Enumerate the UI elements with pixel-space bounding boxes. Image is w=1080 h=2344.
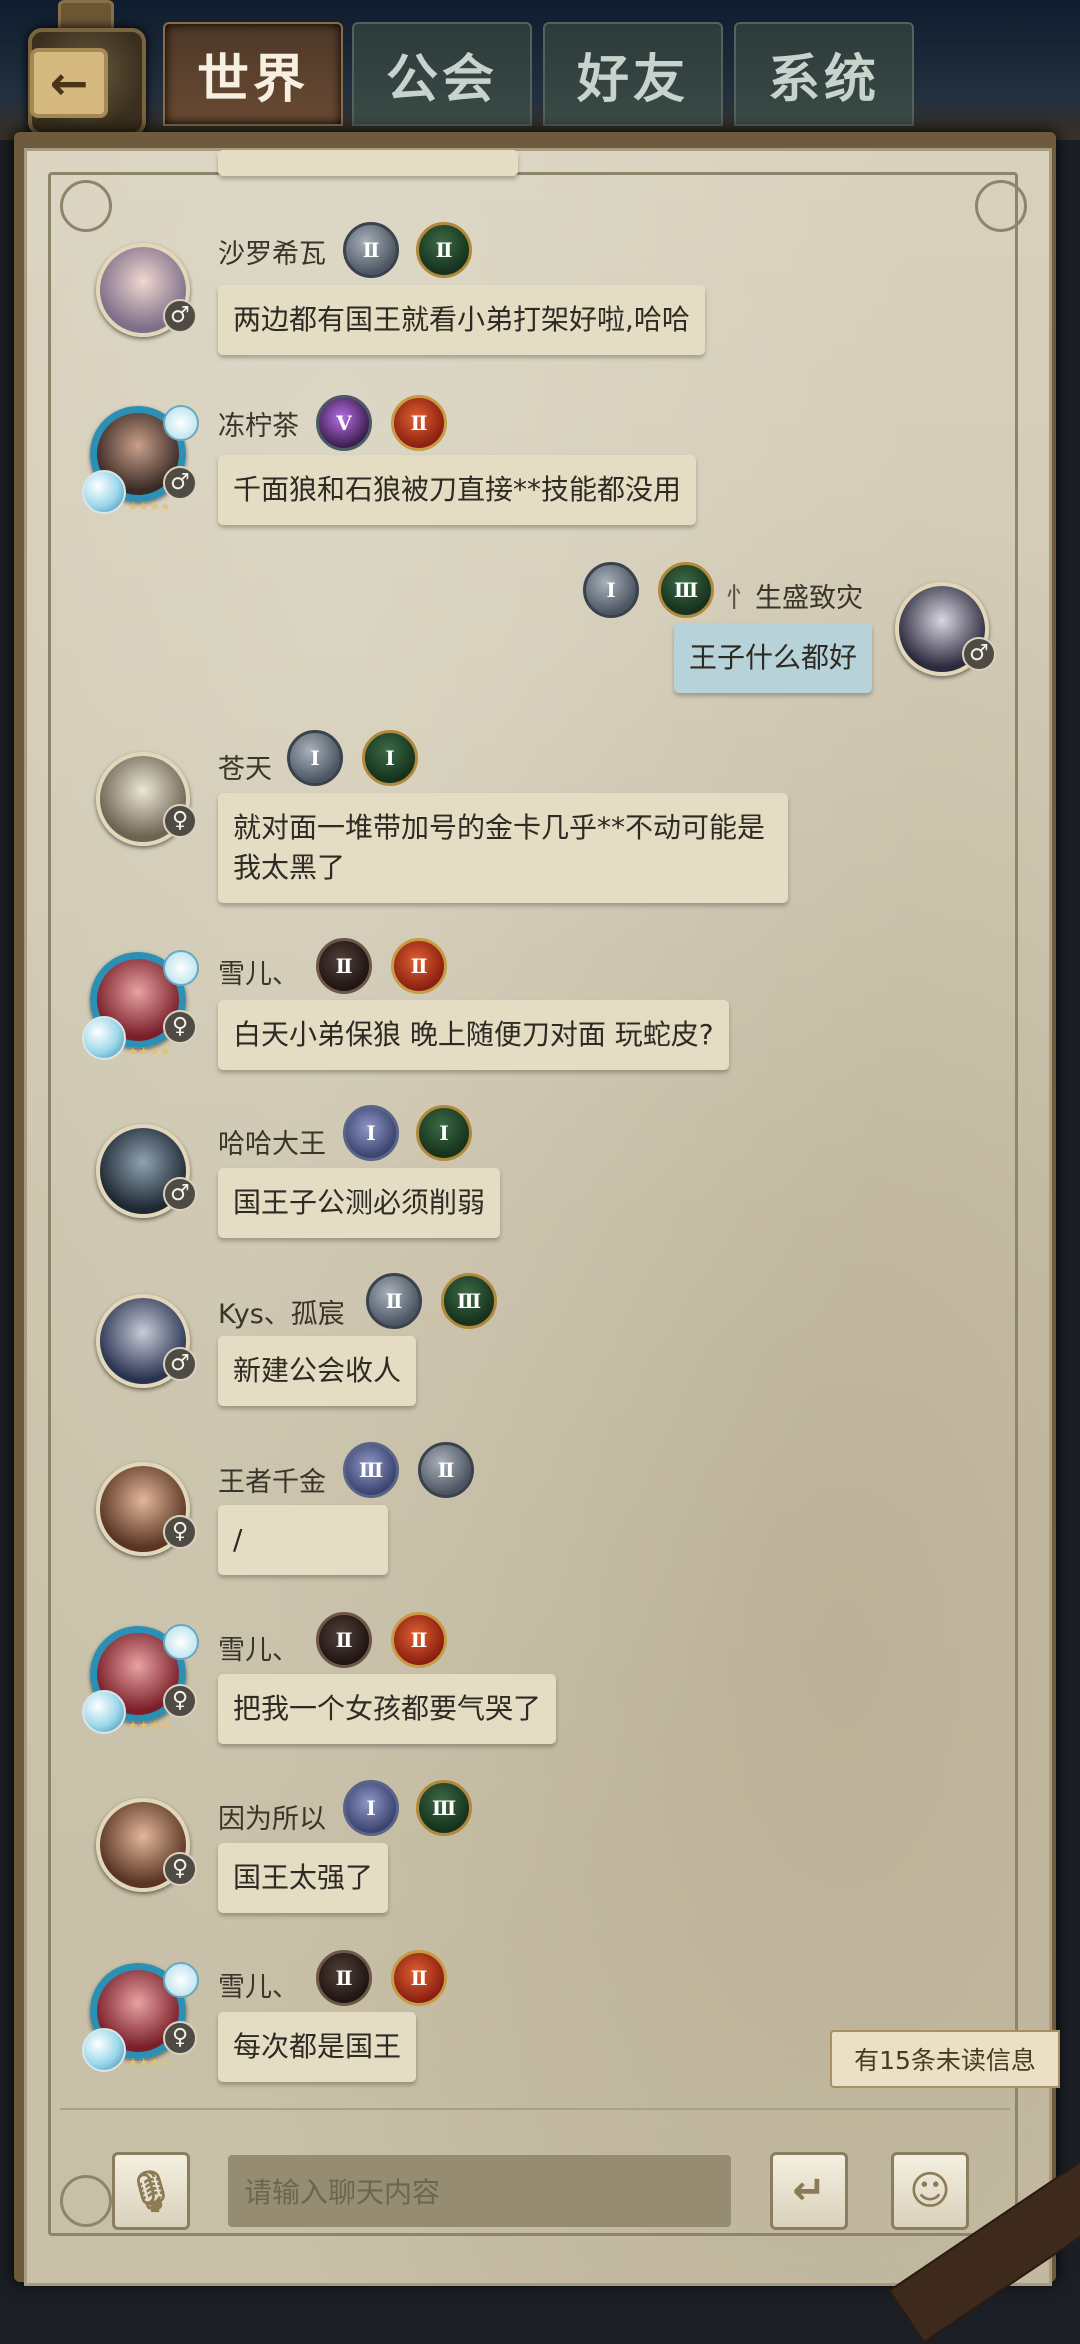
sender-name: 生盛致灾 xyxy=(755,583,863,614)
sender-name: 哈哈大王 xyxy=(218,1129,326,1160)
rank-badge-icon: Ⅰ xyxy=(287,730,343,786)
sender-name: 沙罗希瓦 xyxy=(218,239,326,270)
female-icon: ♀ xyxy=(163,1010,197,1044)
rank-badge-icon: Ⅲ xyxy=(343,1442,399,1498)
message-bubble[interactable]: 国王太强了 xyxy=(218,1843,389,1913)
rank-badge-icon: Ⅱ xyxy=(316,1612,372,1668)
corner-ornament-icon xyxy=(60,180,112,232)
female-icon: ♀ xyxy=(163,804,197,838)
female-icon: ♀ xyxy=(163,2021,197,2055)
voice-button[interactable]: 🎙 xyxy=(112,2152,190,2230)
male-icon: ♂ xyxy=(163,1347,197,1381)
message-bubble[interactable]: / xyxy=(218,1505,388,1575)
tier-badge-icon: Ⅱ xyxy=(418,1442,474,1498)
message-bubble[interactable]: 白天小弟保狼 晚上随便刀对面 玩蛇皮? xyxy=(218,1000,729,1070)
back-arrow-icon: ← xyxy=(49,56,89,110)
tier-badge-icon: Ⅱ xyxy=(391,1950,447,2006)
tab-system[interactable]: 系统 xyxy=(734,22,914,126)
divider xyxy=(60,2108,1010,2110)
tier-badge-icon: Ⅰ xyxy=(416,1105,472,1161)
tab-world[interactable]: 世界 xyxy=(163,22,343,126)
unread-notice[interactable]: 有15条未读信息 xyxy=(830,2030,1060,2088)
rank-badge-icon: Ⅴ xyxy=(316,395,372,451)
message-bubble[interactable]: 每次都是国王 xyxy=(218,2012,417,2082)
message-bubble[interactable]: 就对面一堆带加号的金卡几乎**不动可能是我太黑了 xyxy=(218,793,788,903)
vip-sun-icon xyxy=(163,950,199,986)
rank-badge-icon: Ⅰ xyxy=(343,1105,399,1161)
sender-name: 雪儿、 xyxy=(218,1635,299,1666)
sender-name: 因为所以 xyxy=(218,1804,326,1835)
crystal-orb-icon xyxy=(82,470,126,514)
female-icon: ♀ xyxy=(163,1515,197,1549)
tier-badge-icon: Ⅱ xyxy=(391,938,447,994)
female-icon: ♀ xyxy=(163,1684,197,1718)
sender-name: 王者千金 xyxy=(218,1467,326,1498)
send-button[interactable]: ↵ xyxy=(770,2152,848,2230)
female-icon: ♀ xyxy=(163,1852,197,1886)
vip-sun-icon xyxy=(163,1962,199,1998)
sender-name: 苍天 xyxy=(218,754,272,785)
rank-badge-icon: Ⅱ xyxy=(316,938,372,994)
rank-badge-icon: Ⅰ xyxy=(343,1780,399,1836)
star-rating-icon: ★★★★ xyxy=(128,500,172,513)
emoji-button[interactable]: ☺ xyxy=(891,2152,969,2230)
message-bubble[interactable]: 国王子公测必须削弱 xyxy=(218,1168,501,1238)
sender-name: 冻柠茶 xyxy=(218,411,299,442)
corner-ornament-icon xyxy=(60,2175,112,2227)
rank-badge-icon: Ⅰ xyxy=(583,562,639,618)
tier-badge-icon: Ⅲ xyxy=(658,562,714,618)
sender-name: 雪儿、 xyxy=(218,1972,299,2003)
male-icon: ♂ xyxy=(163,299,197,333)
sender-name: Kys、孤宸 xyxy=(218,1299,345,1330)
rank-badge-icon: Ⅱ xyxy=(366,1273,422,1329)
vip-sun-icon xyxy=(163,405,199,441)
male-icon: ♂ xyxy=(163,1177,197,1211)
message-bubble[interactable]: 王子什么都好 xyxy=(674,623,873,693)
tier-badge-icon: Ⅲ xyxy=(416,1780,472,1836)
emoji-icon: ☺ xyxy=(909,2168,951,2214)
tier-badge-icon: Ⅱ xyxy=(391,395,447,451)
tier-badge-icon: Ⅱ xyxy=(416,222,472,278)
crystal-orb-icon xyxy=(82,2028,126,2072)
message-bubble[interactable]: 千面狼和石狼被刀直接**技能都没用 xyxy=(218,455,697,525)
corner-ornament-icon xyxy=(975,180,1027,232)
name-prefix: 忄 xyxy=(726,583,753,614)
enter-icon: ↵ xyxy=(792,2168,826,2214)
tab-friends[interactable]: 好友 xyxy=(543,22,723,126)
tier-badge-icon: Ⅰ xyxy=(362,730,418,786)
message-bubble[interactable]: 两边都有国王就看小弟打架好啦,哈哈 xyxy=(218,285,705,355)
top-bar: ← 世界 公会 好友 系统 xyxy=(0,0,1080,140)
tier-badge-icon: Ⅲ xyxy=(441,1273,497,1329)
male-icon: ♂ xyxy=(163,466,197,500)
vip-sun-icon xyxy=(163,1624,199,1660)
male-icon: ♂ xyxy=(962,637,996,671)
back-button[interactable]: ← xyxy=(30,48,108,118)
rank-badge-icon: Ⅱ xyxy=(343,222,399,278)
partial-message-bubble xyxy=(218,150,518,176)
crystal-orb-icon xyxy=(82,1690,126,1734)
message-bubble[interactable]: 新建公会收人 xyxy=(218,1336,417,1406)
crystal-orb-icon xyxy=(82,1016,126,1060)
star-rating-icon: ★★★★ xyxy=(128,2056,172,2069)
star-rating-icon: ★★★★ xyxy=(128,1719,172,1732)
sender-name: 雪儿、 xyxy=(218,959,299,990)
microphone-icon: 🎙 xyxy=(125,2168,177,2215)
star-rating-icon: ★★★★ xyxy=(128,1045,172,1058)
message-bubble[interactable]: 把我一个女孩都要气哭了 xyxy=(218,1674,557,1744)
tab-guild[interactable]: 公会 xyxy=(352,22,532,126)
rank-badge-icon: Ⅱ xyxy=(316,1950,372,2006)
chat-input[interactable]: 请输入聊天内容 xyxy=(228,2155,731,2227)
tier-badge-icon: Ⅱ xyxy=(391,1612,447,1668)
